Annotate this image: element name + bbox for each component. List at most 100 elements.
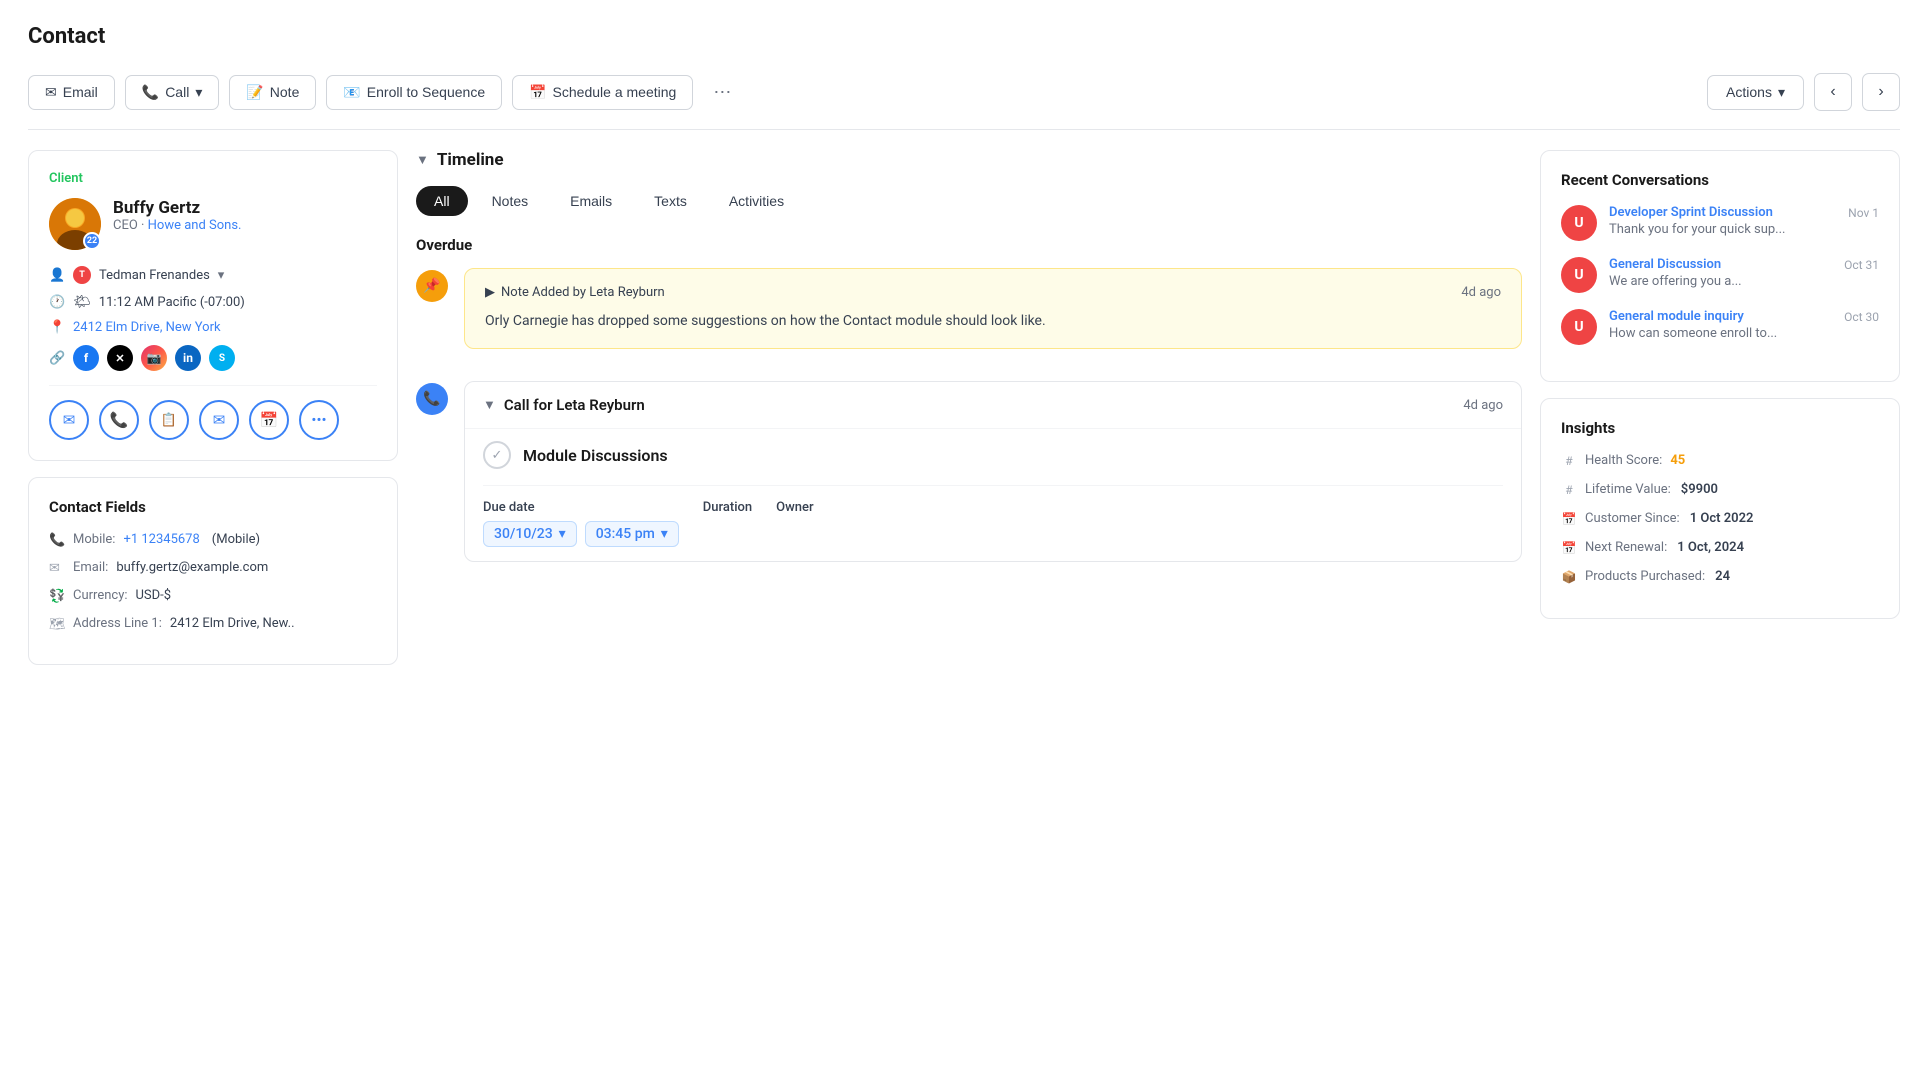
social-icons: f ✕ 📷 in S [73,345,235,371]
mobile-value[interactable]: +1 12345678 [123,532,199,547]
fields-card: Contact Fields 📞 Mobile: +1 12345678 (Mo… [28,477,398,665]
note-time: 4d ago [1461,285,1501,300]
note-expand-button[interactable]: ▶ Note Added by Leta Reyburn [485,285,665,300]
more-options-button[interactable]: ⋯ [703,74,741,111]
owner-row: 👤 T Tedman Frenandes ▾ [49,266,377,284]
health-score-label: Health Score: [1585,453,1662,468]
call-button[interactable]: 📞 Call ▾ [125,75,220,110]
products-purchased-value: 24 [1715,569,1730,584]
owner-icon: 👤 [49,268,65,283]
tab-emails[interactable]: Emails [552,186,630,216]
more-dots-icon: ⋯ [713,82,731,103]
tab-activities[interactable]: Activities [711,186,802,216]
chevron-left-icon: ‹ [1830,83,1835,101]
call-dot: 📞 [416,383,448,415]
quick-email-button[interactable]: ✉ [49,400,89,440]
avatar-badge: 22 [83,232,101,250]
instagram-icon[interactable]: 📷 [141,345,167,371]
lifetime-value-label: Lifetime Value: [1585,482,1671,497]
conv-title-1[interactable]: Developer Sprint Discussion [1609,205,1773,220]
conv-date-2: Oct 31 [1844,258,1879,272]
skype-icon[interactable]: S [209,345,235,371]
nav-prev-button[interactable]: ‹ [1814,73,1852,111]
left-panel: Client 22 [28,150,398,665]
conv-date-1: Nov 1 [1848,206,1879,220]
note-button[interactable]: 📝 Note [229,75,316,110]
phone-icon: 📞 [142,84,159,101]
customer-since-value: 1 Oct 2022 [1690,511,1754,526]
conv-title-2[interactable]: General Discussion [1609,257,1721,272]
owner-group: Owner [776,500,813,547]
call-subject-text: Module Discussions [523,446,668,465]
conv-content-1: Developer Sprint Discussion Nov 1 Thank … [1609,205,1879,237]
conv-title-3[interactable]: General module inquiry [1609,309,1744,324]
currency-value: USD-$ [136,588,172,603]
call-header: ▼ Call for Leta Reyburn 4d ago [465,382,1521,428]
currency-field-icon: 💱 [49,589,65,604]
avatar: 22 [49,198,101,250]
schedule-meeting-button[interactable]: 📅 Schedule a meeting [512,75,693,110]
call-time: 4d ago [1463,398,1503,413]
contact-company-link[interactable]: Howe and Sons. [148,218,242,233]
box-icon: 📦 [1561,570,1577,584]
link-icon: 🔗 [49,351,65,366]
note-header: ▶ Note Added by Leta Reyburn 4d ago [485,285,1501,300]
tab-notes[interactable]: Notes [474,186,547,216]
next-renewal-row: 📅 Next Renewal: 1 Oct, 2024 [1561,540,1879,555]
calendar-icon-2: 📅 [1561,541,1577,555]
tab-all[interactable]: All [416,186,468,216]
field-mobile: 📞 Mobile: +1 12345678 (Mobile) [49,532,377,548]
nav-next-button[interactable]: › [1862,73,1900,111]
center-panel: ▼ Timeline All Notes Emails Texts Activi… [416,150,1522,578]
conv-avatar-3: U [1561,309,1597,345]
page-title: Contact [28,24,1900,49]
call-subject: ✓ Module Discussions [465,428,1521,485]
conversations-title: Recent Conversations [1561,171,1879,189]
note-icon: 📝 [246,84,263,101]
timeline-tabs: All Notes Emails Texts Activities [416,186,1522,216]
toolbar: ✉ Email 📞 Call ▾ 📝 Note 📧 Enroll to Sequ… [28,73,1900,130]
customer-since-row: 📅 Customer Since: 1 Oct 2022 [1561,511,1879,526]
conversation-item-2: U General Discussion Oct 31 We are offer… [1561,257,1879,293]
overdue-label: Overdue [416,236,1522,254]
chevron-right-icon: › [1878,83,1883,101]
actions-button[interactable]: Actions ▾ [1707,75,1804,110]
quick-message-button[interactable]: ✉ [199,400,239,440]
location-icon: 📍 [49,320,65,335]
linkedin-icon[interactable]: in [175,345,201,371]
email-value: buffy.gertz@example.com [116,560,268,575]
field-address: 🗺 Address Line 1: 2412 Elm Drive, New.. [49,616,377,632]
next-renewal-value: 1 Oct, 2024 [1677,540,1744,555]
time-value: 03:45 pm [596,526,655,542]
quick-calendar-button[interactable]: 📅 [249,400,289,440]
x-twitter-icon[interactable]: ✕ [107,345,133,371]
contact-name: Buffy Gertz [113,198,242,218]
insights-card: Insights # Health Score: 45 # Lifetime V… [1540,398,1900,619]
tab-texts[interactable]: Texts [636,186,705,216]
address-link[interactable]: 2412 Elm Drive, New York [73,320,221,335]
products-purchased-row: 📦 Products Purchased: 24 [1561,569,1879,584]
time-picker-button[interactable]: 03:45 pm ▾ [585,521,679,547]
quick-more-button[interactable]: ••• [299,400,339,440]
note-text: Orly Carnegie has dropped some suggestio… [485,310,1501,332]
quick-note-button[interactable]: 📋 [149,400,189,440]
call-collapse-icon[interactable]: ▼ [483,397,496,413]
conversation-item-3: U General module inquiry Oct 30 How can … [1561,309,1879,345]
main-layout: Client 22 [28,150,1900,665]
date-picker-button[interactable]: 30/10/23 ▾ [483,521,577,547]
facebook-icon[interactable]: f [73,345,99,371]
conv-content-2: General Discussion Oct 31 We are offerin… [1609,257,1879,289]
fields-title: Contact Fields [49,498,377,516]
timeline-collapse-icon[interactable]: ▼ [416,152,429,168]
date-value: 30/10/23 [494,526,553,542]
quick-call-button[interactable]: 📞 [99,400,139,440]
conv-avatar-1: U [1561,205,1597,241]
field-email: ✉ Email: buffy.gertz@example.com [49,560,377,576]
health-score-value: 45 [1670,453,1685,468]
duration-group: Duration [703,500,752,547]
enroll-sequence-button[interactable]: 📧 Enroll to Sequence [326,75,502,110]
email-button[interactable]: ✉ Email [28,75,115,110]
email-field-icon: ✉ [49,561,65,576]
date-chevron-icon: ▾ [559,526,566,542]
call-dropdown-icon: ▾ [195,84,202,101]
